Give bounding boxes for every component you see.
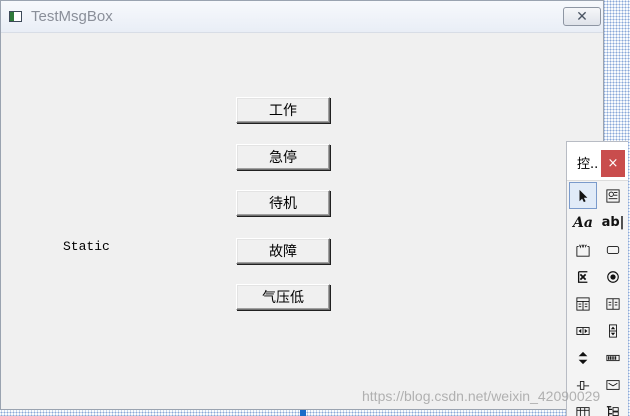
tool-check-box[interactable] [569, 263, 597, 290]
dialog-window: TestMsgBox ✕ 工作 急停 待机 故障 气压低 Static [0, 0, 604, 410]
toolbox-close-button[interactable]: × [601, 150, 625, 177]
progress-control-icon [606, 354, 620, 361]
close-icon: × [607, 156, 619, 171]
tool-static-text[interactable]: Aa [569, 209, 597, 236]
spin-control-icon [578, 351, 588, 364]
tool-combo-box[interactable] [569, 290, 597, 317]
tool-vertical-scrollbar[interactable] [599, 317, 627, 344]
toolbox-grid: Aa ab| [569, 182, 627, 416]
window-title: TestMsgBox [31, 8, 113, 25]
list-control-icon [576, 406, 590, 416]
toolbox-header[interactable]: 控.. × [567, 142, 628, 181]
tool-horizontal-scrollbar[interactable] [569, 317, 597, 344]
tool-group-box[interactable] [569, 236, 597, 263]
tool-pointer[interactable] [569, 182, 597, 209]
radio-button-icon [607, 270, 619, 283]
edit-control-icon: ab| [601, 215, 625, 230]
standby-button[interactable]: 待机 [236, 190, 330, 216]
work-button[interactable]: 工作 [236, 97, 330, 123]
tool-tree-control[interactable] [599, 398, 627, 416]
vertical-scrollbar-icon [609, 323, 617, 338]
picture-control-icon [606, 188, 620, 203]
toolbox-title: 控.. [577, 157, 599, 172]
static-text-icon: Aa [573, 214, 593, 231]
close-button[interactable]: ✕ [563, 7, 601, 26]
title-bar[interactable]: TestMsgBox ✕ [1, 1, 603, 33]
tree-control-icon [606, 405, 619, 416]
check-box-icon [577, 270, 588, 283]
low-air-pressure-button[interactable]: 气压低 [236, 284, 330, 310]
list-box-icon [606, 297, 620, 310]
app-icon [9, 11, 22, 22]
watermark-text: https://blog.csdn.net/weixin_42090029 [362, 388, 601, 404]
tool-edit-control[interactable]: ab| [599, 209, 627, 236]
tool-spin-control[interactable] [569, 344, 597, 371]
tool-hotkey[interactable] [599, 371, 627, 398]
tool-radio-button[interactable] [599, 263, 627, 290]
fault-button[interactable]: 故障 [236, 238, 330, 264]
hotkey-icon [606, 379, 620, 390]
tool-list-box[interactable] [599, 290, 627, 317]
tool-button[interactable] [599, 236, 627, 263]
tool-progress-control[interactable] [599, 344, 627, 371]
emergency-stop-button[interactable]: 急停 [236, 144, 330, 170]
close-icon: ✕ [576, 8, 588, 25]
resize-handle[interactable] [300, 410, 306, 416]
static-text-label[interactable]: Static [63, 239, 110, 254]
group-box-icon [576, 244, 590, 257]
horizontal-scrollbar-icon [576, 326, 590, 335]
combo-box-icon [576, 296, 590, 311]
pointer-icon [579, 189, 588, 202]
button-icon [606, 245, 620, 254]
tool-picture-control[interactable] [599, 182, 627, 209]
toolbox-panel: 控.. × Aa ab| [566, 141, 628, 416]
